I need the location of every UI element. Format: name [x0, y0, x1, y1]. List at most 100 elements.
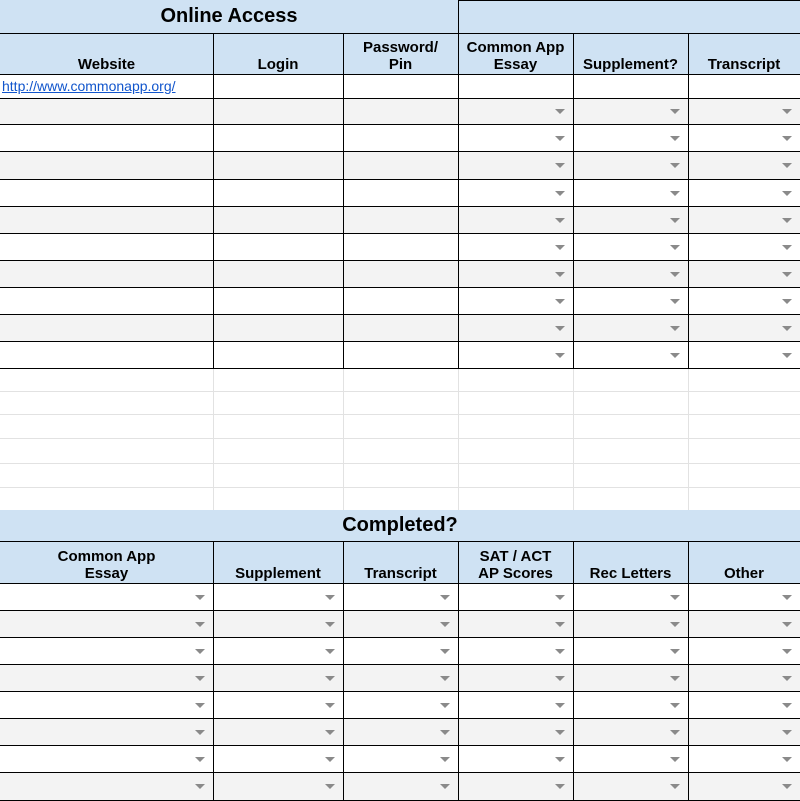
- online_access-cell[interactable]: [213, 314, 343, 341]
- chevron-down-icon[interactable]: [325, 676, 335, 681]
- chevron-down-icon[interactable]: [670, 136, 680, 141]
- completed-cell[interactable]: [0, 718, 213, 745]
- chevron-down-icon[interactable]: [440, 703, 450, 708]
- online_access-cell[interactable]: [343, 314, 458, 341]
- chevron-down-icon[interactable]: [440, 649, 450, 654]
- chevron-down-icon[interactable]: [670, 757, 680, 762]
- online_access-cell[interactable]: [458, 74, 573, 98]
- chevron-down-icon[interactable]: [670, 676, 680, 681]
- online_access-cell[interactable]: [343, 74, 458, 98]
- chevron-down-icon[interactable]: [440, 622, 450, 627]
- completed-cell[interactable]: [0, 610, 213, 637]
- chevron-down-icon[interactable]: [670, 191, 680, 196]
- chevron-down-icon[interactable]: [195, 676, 205, 681]
- online_access-cell[interactable]: [343, 98, 458, 124]
- chevron-down-icon[interactable]: [670, 622, 680, 627]
- chevron-down-icon[interactable]: [782, 299, 792, 304]
- online_access-cell[interactable]: [343, 179, 458, 206]
- chevron-down-icon[interactable]: [195, 784, 205, 789]
- completed-cell[interactable]: [0, 583, 213, 610]
- chevron-down-icon[interactable]: [440, 730, 450, 735]
- chevron-down-icon[interactable]: [782, 272, 792, 277]
- chevron-down-icon[interactable]: [670, 703, 680, 708]
- completed-cell[interactable]: [213, 718, 343, 745]
- chevron-down-icon[interactable]: [555, 109, 565, 114]
- chevron-down-icon[interactable]: [782, 326, 792, 331]
- chevron-down-icon[interactable]: [670, 163, 680, 168]
- online_access-cell[interactable]: [343, 233, 458, 260]
- chevron-down-icon[interactable]: [195, 595, 205, 600]
- chevron-down-icon[interactable]: [782, 757, 792, 762]
- chevron-down-icon[interactable]: [670, 784, 680, 789]
- chevron-down-icon[interactable]: [440, 757, 450, 762]
- chevron-down-icon[interactable]: [670, 353, 680, 358]
- chevron-down-icon[interactable]: [555, 676, 565, 681]
- chevron-down-icon[interactable]: [555, 757, 565, 762]
- online_access-cell[interactable]: [213, 124, 343, 151]
- online_access-cell[interactable]: [0, 341, 213, 368]
- online_access-cell[interactable]: [343, 124, 458, 151]
- chevron-down-icon[interactable]: [670, 109, 680, 114]
- online_access-cell[interactable]: [213, 151, 343, 179]
- chevron-down-icon[interactable]: [325, 730, 335, 735]
- online_access-cell[interactable]: [213, 287, 343, 314]
- online_access-cell[interactable]: [343, 151, 458, 179]
- completed-cell[interactable]: [213, 664, 343, 691]
- online_access-cell[interactable]: [0, 206, 213, 233]
- chevron-down-icon[interactable]: [782, 784, 792, 789]
- online_access-cell[interactable]: [343, 260, 458, 287]
- chevron-down-icon[interactable]: [782, 191, 792, 196]
- chevron-down-icon[interactable]: [195, 622, 205, 627]
- chevron-down-icon[interactable]: [555, 272, 565, 277]
- online_access-cell[interactable]: [343, 206, 458, 233]
- chevron-down-icon[interactable]: [325, 784, 335, 789]
- chevron-down-icon[interactable]: [782, 218, 792, 223]
- chevron-down-icon[interactable]: [325, 703, 335, 708]
- chevron-down-icon[interactable]: [195, 730, 205, 735]
- chevron-down-icon[interactable]: [555, 245, 565, 250]
- online_access-cell[interactable]: [213, 233, 343, 260]
- online_access-cell[interactable]: [688, 74, 800, 98]
- chevron-down-icon[interactable]: [325, 595, 335, 600]
- chevron-down-icon[interactable]: [555, 730, 565, 735]
- chevron-down-icon[interactable]: [670, 299, 680, 304]
- chevron-down-icon[interactable]: [782, 353, 792, 358]
- chevron-down-icon[interactable]: [782, 136, 792, 141]
- chevron-down-icon[interactable]: [555, 136, 565, 141]
- chevron-down-icon[interactable]: [555, 649, 565, 654]
- completed-cell[interactable]: [0, 772, 213, 800]
- online_access-cell[interactable]: [213, 74, 343, 98]
- chevron-down-icon[interactable]: [670, 326, 680, 331]
- completed-cell[interactable]: [0, 637, 213, 664]
- completed-cell[interactable]: [0, 691, 213, 718]
- online_access-cell[interactable]: [0, 151, 213, 179]
- chevron-down-icon[interactable]: [555, 218, 565, 223]
- chevron-down-icon[interactable]: [555, 163, 565, 168]
- online_access-cell[interactable]: [213, 341, 343, 368]
- online_access-cell[interactable]: [0, 124, 213, 151]
- chevron-down-icon[interactable]: [555, 299, 565, 304]
- chevron-down-icon[interactable]: [782, 703, 792, 708]
- chevron-down-icon[interactable]: [195, 757, 205, 762]
- chevron-down-icon[interactable]: [555, 784, 565, 789]
- completed-cell[interactable]: [213, 745, 343, 772]
- completed-cell[interactable]: [213, 691, 343, 718]
- chevron-down-icon[interactable]: [782, 595, 792, 600]
- chevron-down-icon[interactable]: [670, 245, 680, 250]
- chevron-down-icon[interactable]: [440, 595, 450, 600]
- online_access-cell[interactable]: [0, 179, 213, 206]
- completed-cell[interactable]: [0, 745, 213, 772]
- chevron-down-icon[interactable]: [325, 622, 335, 627]
- online_access-cell[interactable]: [213, 260, 343, 287]
- chevron-down-icon[interactable]: [782, 109, 792, 114]
- chevron-down-icon[interactable]: [440, 676, 450, 681]
- online_access-cell[interactable]: [213, 98, 343, 124]
- completed-cell[interactable]: [213, 583, 343, 610]
- online_access-cell[interactable]: [0, 233, 213, 260]
- online_access-cell[interactable]: [0, 287, 213, 314]
- chevron-down-icon[interactable]: [195, 703, 205, 708]
- chevron-down-icon[interactable]: [670, 272, 680, 277]
- chevron-down-icon[interactable]: [782, 676, 792, 681]
- completed-cell[interactable]: [213, 637, 343, 664]
- chevron-down-icon[interactable]: [325, 757, 335, 762]
